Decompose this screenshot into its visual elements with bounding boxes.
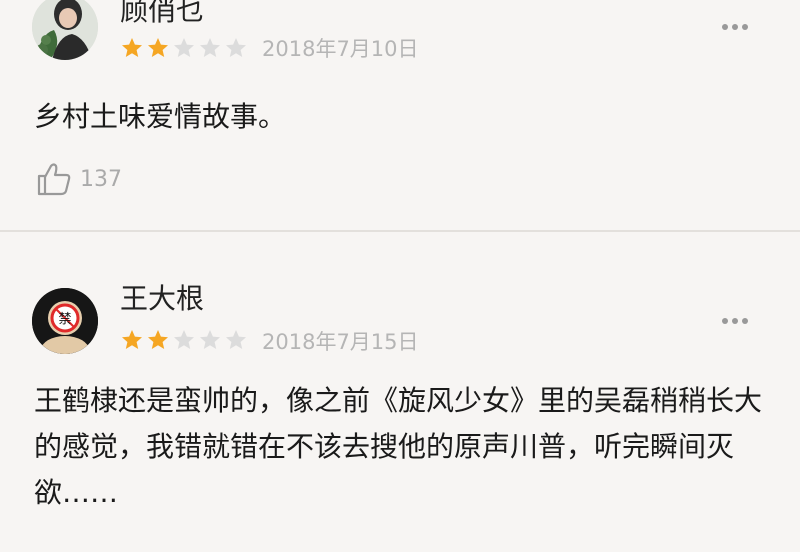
star-empty-icon <box>226 330 246 349</box>
star-empty-icon <box>226 38 246 57</box>
avatar[interactable] <box>32 0 98 60</box>
star-filled-icon <box>122 38 142 57</box>
star-rating <box>120 328 248 352</box>
like-count: 137 <box>80 166 122 192</box>
avatar-badge: 禁 <box>58 312 71 327</box>
star-empty-icon <box>174 330 194 349</box>
avatar[interactable]: 禁 <box>32 288 98 354</box>
review-content: 王鹤棣还是蛮帅的，像之前《旋风少女》里的吴磊稍稍长大的感觉，我错就错在不该去搜他… <box>34 384 763 509</box>
like-button[interactable]: 137 <box>36 162 122 196</box>
review-date: 2018年7月10日 <box>262 37 419 61</box>
user-name[interactable]: 顾俏乜 <box>120 0 204 28</box>
review-date: 2018年7月15日 <box>262 330 419 354</box>
review-card: 顾俏乜 2018年7月10日 乡村土味爱情故事。 137 <box>0 0 800 230</box>
star-filled-icon <box>148 38 168 57</box>
user-name[interactable]: 王大根 <box>120 282 204 316</box>
star-empty-icon <box>200 38 220 57</box>
star-rating <box>120 36 248 60</box>
star-empty-icon <box>200 330 220 349</box>
review-content: 乡村土味爱情故事。 <box>34 100 287 133</box>
review-card: 禁 王大根 2018年7月15日 王鹤棣还是蛮帅的，像之前《旋风少女》里的吴磊稍… <box>0 232 800 552</box>
star-filled-icon <box>148 330 168 349</box>
more-horizontal-icon[interactable] <box>722 318 748 324</box>
more-horizontal-icon[interactable] <box>722 24 748 30</box>
thumbs-up-icon <box>37 163 71 196</box>
star-empty-icon <box>174 38 194 57</box>
star-filled-icon <box>122 330 142 349</box>
